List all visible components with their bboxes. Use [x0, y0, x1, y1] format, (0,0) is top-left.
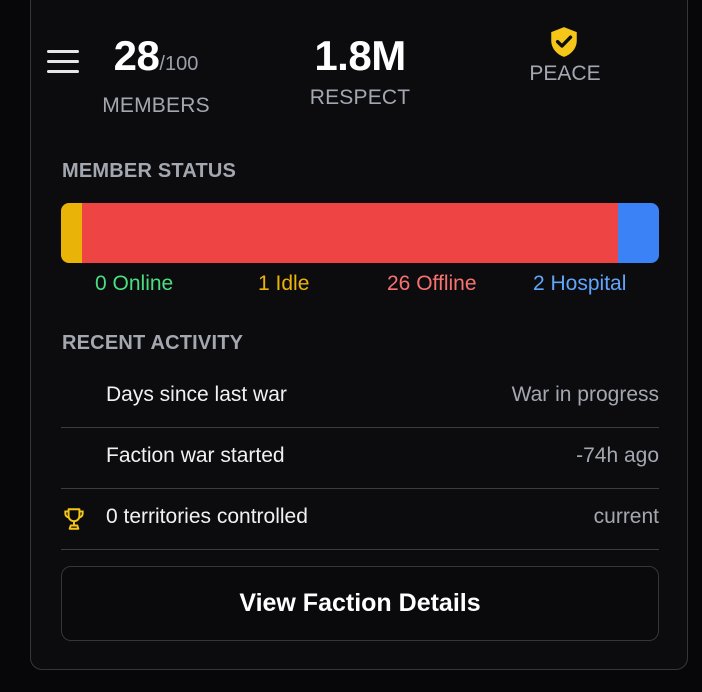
legend-idle: 1 Idle — [258, 272, 310, 295]
respect-label: RESPECT — [309, 86, 411, 109]
shield-check-icon — [551, 27, 577, 57]
activity-row-war-started: Faction war started -74h ago — [61, 429, 659, 489]
activity-label: Days since last war — [106, 383, 287, 406]
member-status-title: MEMBER STATUS — [62, 160, 237, 182]
view-faction-details-button[interactable]: View Faction Details — [61, 566, 659, 641]
activity-value: current — [593, 505, 659, 528]
members-label: MEMBERS — [102, 94, 210, 117]
trophy-icon — [64, 508, 84, 530]
members-stat: 28/100 MEMBERS — [96, 34, 216, 118]
legend-offline: 26 Offline — [387, 272, 477, 295]
members-count-display: 28/100 — [96, 34, 216, 86]
activity-label: Faction war started — [106, 444, 285, 467]
legend-online: 0 Online — [95, 272, 174, 295]
members-max: /100 — [159, 53, 199, 75]
status-segment-hospital — [617, 203, 659, 263]
hamburger-menu-icon[interactable] — [47, 50, 79, 74]
peace-status-label: PEACE — [529, 62, 601, 85]
member-status-bar — [61, 203, 659, 263]
activity-row-last-war: Days since last war War in progress — [61, 368, 659, 428]
respect-value: 1.8M — [314, 32, 406, 79]
activity-row-territories: 0 territories controlled current — [61, 490, 659, 550]
status-segment-idle — [61, 203, 82, 263]
activity-value: War in progress — [511, 383, 659, 406]
members-count: 28 — [113, 32, 160, 79]
status-segment-offline — [81, 203, 618, 263]
legend-hospital: 2 Hospital — [533, 272, 627, 295]
respect-stat: 1.8M RESPECT — [290, 34, 430, 110]
activity-value: -74h ago — [576, 444, 659, 467]
recent-activity-title: RECENT ACTIVITY — [62, 332, 244, 354]
activity-label: 0 territories controlled — [106, 505, 308, 528]
